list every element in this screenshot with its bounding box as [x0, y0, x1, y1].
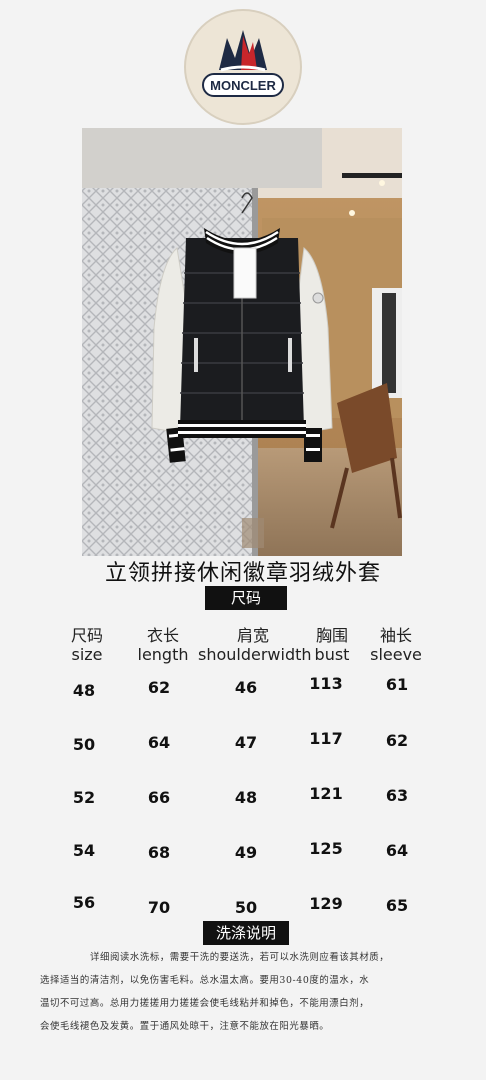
cell-shoulderwidth: 49: [234, 843, 258, 862]
cell-shoulderwidth: 47: [234, 733, 258, 752]
cell-length: 62: [147, 678, 171, 697]
logo-text: MONCLER: [210, 78, 276, 93]
column-header-sleeve: 袖长 sleeve: [370, 626, 422, 664]
care-label: 洗涤说明: [203, 921, 289, 945]
care-line: 详细阅读水洗标，需要干洗的要送洗，若可以水洗则应看该其材质，: [90, 952, 390, 963]
cell-sleeve: 62: [385, 731, 409, 750]
cell-shoulderwidth: 46: [234, 678, 258, 697]
cell-size: 50: [72, 735, 96, 754]
column-header-shoulderwidth: 肩宽 shoulderwidth: [198, 626, 312, 664]
care-line: 会使毛线褪色及发黄。置于通风处晾干，注意不能放在阳光暴晒。: [40, 1021, 330, 1032]
cell-bust: 125: [309, 839, 343, 858]
cell-size: 54: [72, 841, 96, 860]
cell-sleeve: 63: [385, 786, 409, 805]
product-title: 立领拼接休闲徽章羽绒外套: [104, 561, 381, 586]
cell-length: 64: [147, 733, 171, 752]
cell-bust: 121: [309, 784, 343, 803]
cell-sleeve: 65: [385, 896, 409, 915]
cell-length: 70: [147, 898, 171, 917]
column-header-bust: 胸围 bust: [314, 626, 350, 664]
product-photo: [82, 128, 402, 556]
care-line: 选择适当的清洁剂，以免伤害毛料。总水温太高。要用30-40度的温水，水: [40, 975, 370, 986]
brand-logo: MONCLER: [183, 8, 303, 126]
care-line: 温切不可过高。总用力搓搓用力搓搓会使毛线粘并和掉色，不能用漂白剂，: [40, 998, 370, 1009]
cell-size: 52: [72, 788, 96, 807]
cell-size: 56: [72, 893, 96, 912]
care-instructions: 详细阅读水洗标，需要干洗的要送洗，若可以水洗则应看该其材质， 选择适当的清洁剂，…: [40, 946, 450, 1038]
cell-length: 68: [147, 843, 171, 862]
column-header-length: 衣长 length: [137, 626, 189, 664]
cell-shoulderwidth: 48: [234, 788, 258, 807]
cell-bust: 113: [309, 674, 343, 693]
cell-length: 66: [147, 788, 171, 807]
cell-shoulderwidth: 50: [234, 898, 258, 917]
cell-bust: 129: [309, 894, 343, 913]
column-header-size: 尺码 size: [70, 626, 103, 664]
size-chart-label: 尺码: [205, 586, 287, 610]
cell-bust: 117: [309, 729, 343, 748]
cell-sleeve: 61: [385, 675, 409, 694]
cell-size: 48: [72, 681, 96, 700]
cell-sleeve: 64: [385, 841, 409, 860]
